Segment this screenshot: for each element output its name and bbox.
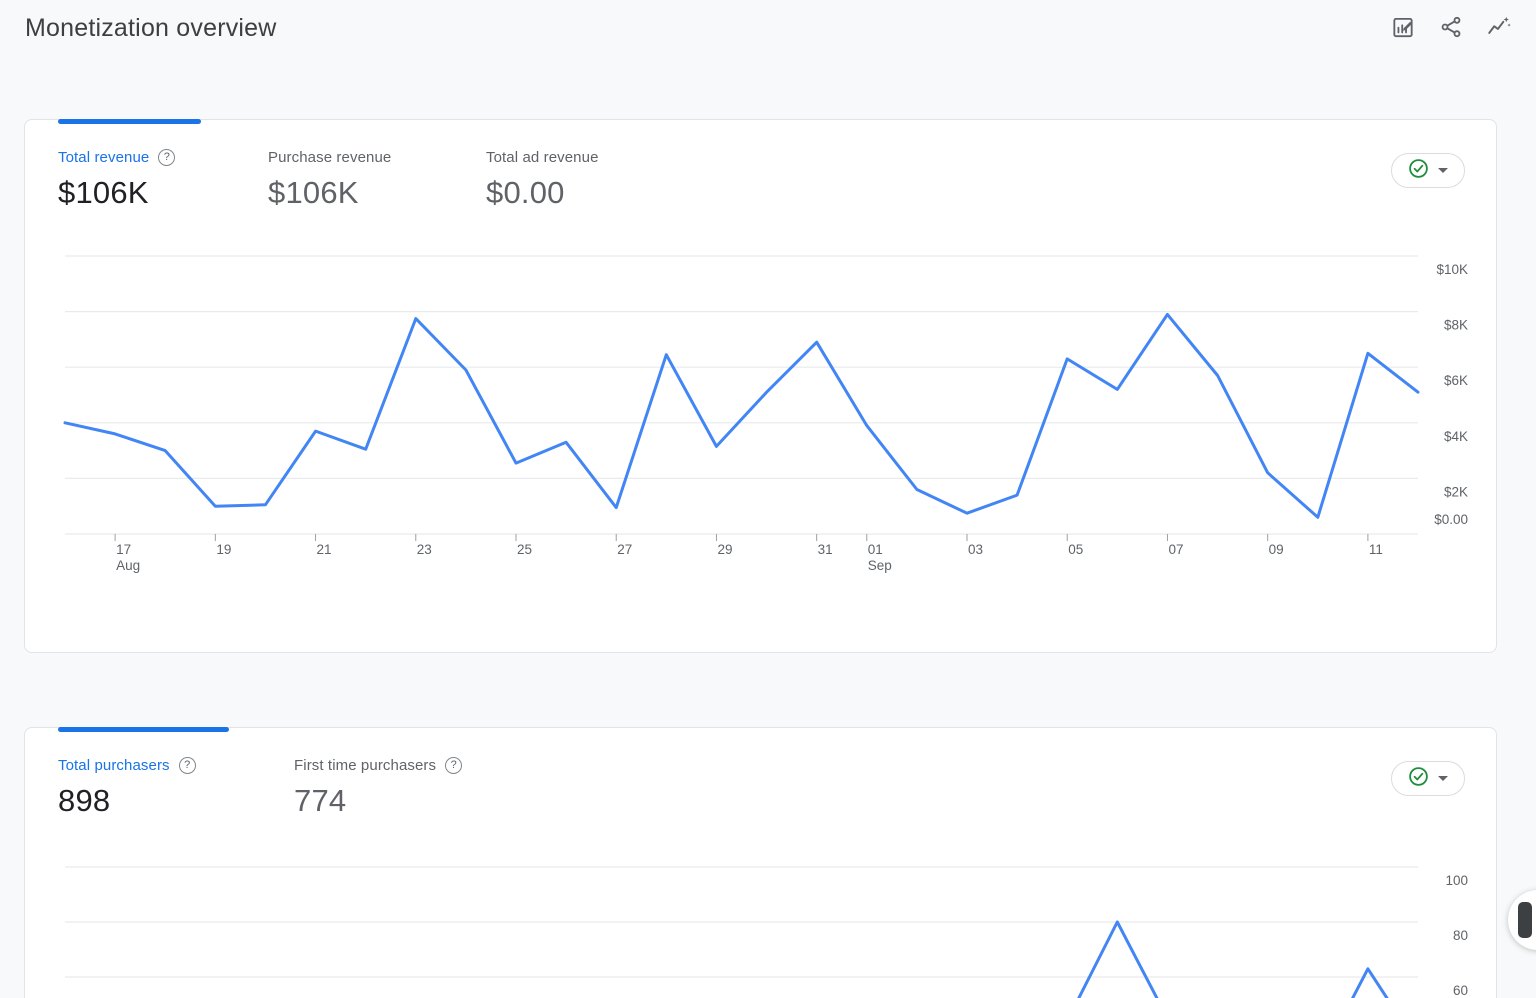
svg-text:29: 29 — [717, 542, 732, 557]
help-fab-glyph — [1518, 902, 1532, 938]
svg-text:31: 31 — [818, 542, 833, 557]
x-axis: 17Aug 19 21 23 25 27 29 31 01Sep 03 05 07 09 11 — [115, 534, 1383, 573]
purchasers-card: Total purchasers ? 898 First time purcha… — [24, 727, 1497, 998]
svg-text:80: 80 — [1453, 928, 1468, 943]
svg-text:21: 21 — [317, 542, 332, 557]
svg-text:25: 25 — [517, 542, 532, 557]
svg-text:17Aug: 17Aug — [116, 542, 140, 573]
svg-text:23: 23 — [417, 542, 432, 557]
svg-text:$10K: $10K — [1436, 262, 1468, 277]
customize-report-icon — [1390, 14, 1416, 40]
svg-text:03: 03 — [968, 542, 983, 557]
gridlines — [65, 867, 1418, 977]
svg-text:100: 100 — [1445, 873, 1468, 888]
customize-report-button[interactable] — [1386, 10, 1420, 44]
page-title: Monetization overview — [25, 14, 277, 43]
svg-text:05: 05 — [1068, 542, 1083, 557]
svg-text:27: 27 — [617, 542, 632, 557]
purchasers-line-chart[interactable]: 100 80 60 — [25, 728, 1498, 998]
gridlines — [65, 256, 1418, 534]
svg-text:$4K: $4K — [1444, 429, 1468, 444]
svg-text:$8K: $8K — [1444, 318, 1468, 333]
revenue-line-chart[interactable]: $10K $8K $6K $4K $2K $0.00 17Aug 19 21 23 25 27 29 31… — [25, 120, 1498, 654]
y-axis-labels: 100 80 60 — [1445, 873, 1468, 998]
series-line — [65, 922, 1418, 998]
insights-button[interactable] — [1482, 10, 1516, 44]
svg-text:$0.00: $0.00 — [1434, 512, 1468, 527]
insights-icon — [1486, 14, 1512, 40]
help-fab[interactable] — [1508, 890, 1536, 950]
svg-text:19: 19 — [216, 542, 231, 557]
share-button[interactable] — [1434, 10, 1468, 44]
svg-text:07: 07 — [1168, 542, 1183, 557]
header-actions — [1386, 10, 1516, 44]
svg-text:$6K: $6K — [1444, 373, 1468, 388]
svg-text:$2K: $2K — [1444, 484, 1468, 499]
svg-text:09: 09 — [1269, 542, 1284, 557]
share-icon — [1438, 14, 1464, 40]
series-line — [65, 314, 1418, 517]
revenue-card: Total revenue ? $106K Purchase revenue $… — [24, 119, 1497, 653]
svg-text:11: 11 — [1369, 542, 1383, 557]
svg-text:01Sep: 01Sep — [868, 542, 892, 573]
svg-text:60: 60 — [1453, 983, 1468, 998]
y-axis-labels: $10K $8K $6K $4K $2K $0.00 — [1434, 262, 1468, 527]
